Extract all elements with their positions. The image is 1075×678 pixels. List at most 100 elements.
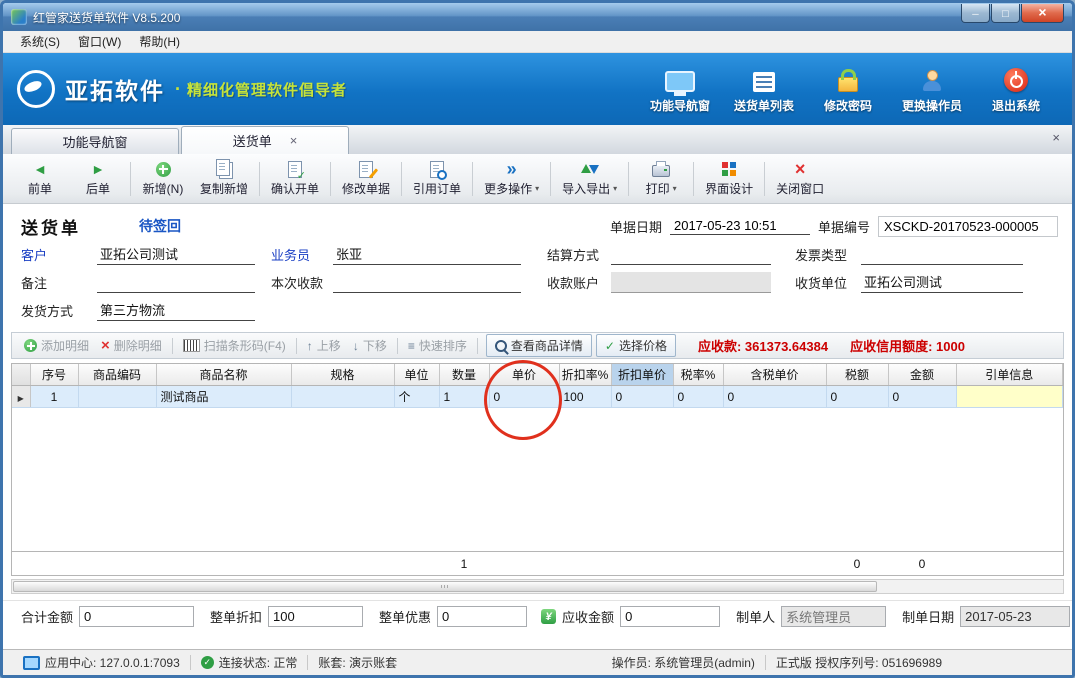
tab-delivery-order[interactable]: 送货单 bbox=[181, 126, 349, 154]
confirm-button[interactable]: 确认开单 bbox=[263, 159, 327, 199]
table-empty-area bbox=[12, 408, 1063, 552]
tab-close-icon[interactable] bbox=[290, 134, 298, 147]
scrollbar-thumb[interactable] bbox=[13, 581, 877, 592]
connection-text: 连接状态: 正常 bbox=[219, 654, 298, 671]
cell-ref-info[interactable] bbox=[956, 386, 1063, 408]
ship-method-field[interactable] bbox=[97, 300, 255, 321]
move-up-button[interactable]: 上移 bbox=[301, 335, 347, 356]
cell-spec[interactable] bbox=[291, 386, 394, 408]
col-unit-price[interactable]: 单价 bbox=[489, 364, 559, 386]
import-export-button[interactable]: 导入导出 bbox=[554, 159, 625, 199]
button-label: 下移 bbox=[363, 337, 387, 354]
app-center-icon bbox=[23, 656, 40, 670]
invoice-type-field[interactable] bbox=[861, 244, 1023, 265]
cell-product-code[interactable] bbox=[78, 386, 156, 408]
col-discount-rate[interactable]: 折扣率% bbox=[559, 364, 611, 386]
view-product-detail-button[interactable]: 查看商品详情 bbox=[486, 334, 592, 357]
exit-system-button[interactable]: 退出系统 bbox=[974, 64, 1058, 114]
close-button[interactable] bbox=[1021, 4, 1064, 23]
col-seq[interactable]: 序号 bbox=[30, 364, 78, 386]
receivable-amount-group: 应收金额 bbox=[541, 606, 720, 627]
col-tax[interactable]: 税额 bbox=[826, 364, 888, 386]
col-qty[interactable]: 数量 bbox=[439, 364, 489, 386]
col-product-code[interactable]: 商品编码 bbox=[78, 364, 156, 386]
doc-date-value[interactable]: 2017-05-23 10:51 bbox=[670, 217, 810, 235]
cell-unit[interactable]: 个 bbox=[394, 386, 439, 408]
close-window-button[interactable]: 关闭窗口 bbox=[768, 159, 832, 199]
tabstrip-close-icon[interactable] bbox=[1052, 131, 1060, 144]
receivable-amount-label: 应收金额 bbox=[562, 607, 614, 626]
print-button[interactable]: 打印 bbox=[632, 159, 690, 199]
connection-status: 连接状态: 正常 bbox=[191, 654, 308, 671]
cell-tax[interactable]: 0 bbox=[826, 386, 888, 408]
doc-off-field[interactable] bbox=[437, 606, 527, 627]
cell-qty[interactable]: 1 bbox=[439, 386, 489, 408]
copy-new-button[interactable]: 复制新增 bbox=[192, 159, 256, 199]
detail-separator bbox=[296, 338, 297, 354]
col-unit[interactable]: 单位 bbox=[394, 364, 439, 386]
col-tax-rate[interactable]: 税率% bbox=[673, 364, 723, 386]
settlement-field[interactable] bbox=[611, 244, 771, 265]
menu-help[interactable]: 帮助(H) bbox=[130, 31, 189, 52]
minimize-button[interactable] bbox=[961, 4, 990, 23]
menu-window[interactable]: 窗口(W) bbox=[69, 31, 130, 52]
horizontal-scrollbar[interactable] bbox=[11, 579, 1064, 594]
total-amount-group: 合计金额 bbox=[21, 606, 194, 627]
cell-product-name[interactable]: 测试商品 bbox=[156, 386, 291, 408]
new-button[interactable]: 新增(N) bbox=[134, 159, 192, 199]
doc-date-label: 单据日期 bbox=[610, 217, 662, 236]
customer-field[interactable] bbox=[97, 244, 255, 265]
tab-nav-window[interactable]: 功能导航窗 bbox=[11, 128, 179, 154]
maximize-button[interactable] bbox=[991, 4, 1020, 23]
ui-design-button[interactable]: 界面设计 bbox=[697, 159, 761, 199]
next-doc-button[interactable]: 后单 bbox=[69, 159, 127, 199]
col-amount[interactable]: 金额 bbox=[888, 364, 956, 386]
move-down-button[interactable]: 下移 bbox=[347, 335, 393, 356]
more-actions-button[interactable]: 更多操作 bbox=[476, 159, 547, 199]
col-product-name[interactable]: 商品名称 bbox=[156, 364, 291, 386]
doc-no-value[interactable]: XSCKD-20170523-000005 bbox=[878, 216, 1058, 237]
remark-field[interactable] bbox=[97, 272, 255, 293]
confirm-doc-icon bbox=[288, 161, 302, 178]
change-password-button[interactable]: 修改密码 bbox=[806, 64, 890, 114]
col-spec[interactable]: 规格 bbox=[291, 364, 394, 386]
doc-discount-field[interactable] bbox=[268, 606, 363, 627]
col-ref-info[interactable]: 引单信息 bbox=[956, 364, 1063, 386]
col-price-with-tax[interactable]: 含税单价 bbox=[723, 364, 826, 386]
summary-qty: 1 bbox=[439, 552, 489, 576]
nav-window-button[interactable]: 功能导航窗 bbox=[638, 64, 722, 114]
window-title: 红管家送货单软件 V8.5.200 bbox=[33, 9, 180, 26]
receivable-label: 应收款: bbox=[698, 339, 741, 354]
cell-amount[interactable]: 0 bbox=[888, 386, 956, 408]
app-center-status: 应用中心: 127.0.0.1:7093 bbox=[13, 654, 190, 671]
prev-doc-button[interactable]: 前单 bbox=[11, 159, 69, 199]
delete-detail-button[interactable]: 删除明细 bbox=[95, 335, 168, 356]
table-row[interactable]: 1 测试商品 个 1 0 100 0 0 0 0 0 bbox=[12, 386, 1063, 408]
button-label: 更多操作 bbox=[484, 180, 539, 197]
cell-unit-price[interactable]: 0 bbox=[489, 386, 559, 408]
switch-operator-button[interactable]: 更换操作员 bbox=[890, 64, 974, 114]
cell-discount-rate[interactable]: 100 bbox=[559, 386, 611, 408]
ref-order-button[interactable]: 引用订单 bbox=[405, 159, 469, 199]
ref-doc-icon bbox=[430, 161, 444, 178]
edit-doc-button[interactable]: 修改单据 bbox=[334, 159, 398, 199]
account-field bbox=[611, 272, 771, 293]
select-price-button[interactable]: 选择价格 bbox=[596, 334, 676, 357]
order-list-button[interactable]: 送货单列表 bbox=[722, 64, 806, 114]
payment-field[interactable] bbox=[333, 272, 521, 293]
cell-discount-price[interactable]: 0 bbox=[611, 386, 673, 408]
scan-barcode-button[interactable]: 扫描条形码(F4) bbox=[177, 335, 292, 356]
menu-system[interactable]: 系统(S) bbox=[11, 31, 69, 52]
add-detail-button[interactable]: 添加明细 bbox=[18, 335, 95, 356]
col-discount-price[interactable]: 折扣单价 bbox=[611, 364, 673, 386]
receiver-field[interactable] bbox=[861, 272, 1023, 293]
salesman-field[interactable] bbox=[333, 244, 521, 265]
quick-sort-button[interactable]: 快速排序 bbox=[402, 335, 473, 356]
doc-title: 送货单 bbox=[21, 214, 81, 239]
cell-tax-rate[interactable]: 0 bbox=[673, 386, 723, 408]
cell-price-with-tax[interactable]: 0 bbox=[723, 386, 826, 408]
maximize-icon bbox=[1002, 5, 1009, 21]
cell-seq[interactable]: 1 bbox=[30, 386, 78, 408]
detail-separator bbox=[397, 338, 398, 354]
row-marker-icon bbox=[18, 391, 24, 403]
